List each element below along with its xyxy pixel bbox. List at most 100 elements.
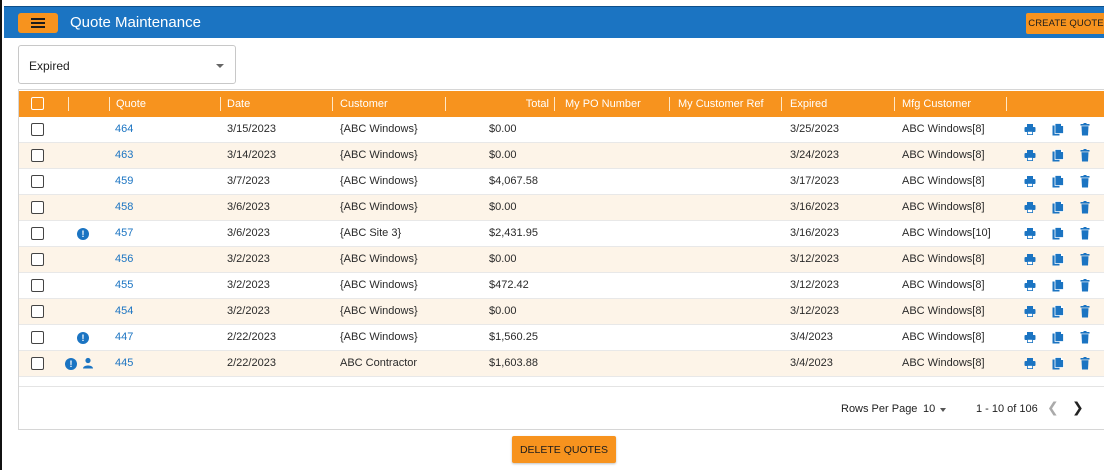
quote-date: 3/2/2023 [227, 253, 270, 265]
warning-icon[interactable]: ! [77, 332, 89, 344]
quote-date: 3/7/2023 [227, 175, 270, 187]
create-quote-button[interactable]: CREATE QUOTE [1026, 13, 1104, 34]
quote-date: 3/6/2023 [227, 201, 270, 213]
rows-per-page-caret-icon[interactable] [940, 408, 946, 412]
warning-icon[interactable]: ! [77, 228, 89, 240]
customer-name: {ABC Windows} [340, 175, 418, 187]
column-header-po-number[interactable]: My PO Number [565, 91, 641, 117]
table-row[interactable]: 456 3/2/2023 {ABC Windows} $0.00 3/12/2023 AB… [19, 247, 1104, 273]
quote-number-link[interactable]: 464 [115, 117, 133, 142]
quote-number-link[interactable]: 455 [115, 273, 133, 298]
table-row[interactable]: ! 445 2/22/2023 ABC Contractor $1,603.88 3/4/… [19, 351, 1104, 377]
quote-total: $2,431.95 [489, 227, 538, 239]
delete-icon[interactable] [1079, 201, 1091, 214]
table-row[interactable]: 458 3/6/2023 {ABC Windows} $0.00 3/16/2023 AB… [19, 195, 1104, 221]
next-page-icon[interactable]: ❯ [1072, 399, 1084, 416]
table-row[interactable]: 463 3/14/2023 {ABC Windows} $0.00 3/24/2023 A… [19, 143, 1104, 169]
quote-number-link[interactable]: 447 [115, 325, 133, 350]
print-icon[interactable] [1024, 331, 1036, 344]
copy-icon[interactable] [1052, 331, 1064, 344]
table-row[interactable]: 454 3/2/2023 {ABC Windows} $0.00 3/12/2023 AB… [19, 299, 1104, 325]
expired-date: 3/12/2023 [790, 279, 839, 291]
rows-per-page-label: Rows Per Page [841, 403, 918, 415]
print-icon[interactable] [1024, 201, 1036, 214]
copy-icon[interactable] [1052, 149, 1064, 162]
copy-icon[interactable] [1052, 123, 1064, 136]
previous-page-icon[interactable]: ❮ [1047, 399, 1059, 416]
table-row[interactable]: 455 3/2/2023 {ABC Windows} $472.42 3/12/2023… [19, 273, 1104, 299]
quote-number-link[interactable]: 456 [115, 247, 133, 272]
copy-icon[interactable] [1052, 201, 1064, 214]
copy-icon[interactable] [1052, 175, 1064, 188]
delete-icon[interactable] [1079, 279, 1091, 292]
row-checkbox[interactable] [31, 201, 44, 214]
delete-icon[interactable] [1079, 253, 1091, 266]
column-header-total[interactable]: Total [489, 91, 549, 117]
table-row[interactable]: 459 3/7/2023 {ABC Windows} $4,067.58 3/17/20… [19, 169, 1104, 195]
warning-icon[interactable]: ! [65, 358, 77, 370]
customer-name: {ABC Windows} [340, 149, 418, 161]
menu-button[interactable] [18, 13, 58, 33]
person-icon[interactable] [82, 357, 94, 369]
quote-number-link[interactable]: 463 [115, 143, 133, 168]
delete-icon[interactable] [1079, 227, 1091, 240]
row-checkbox[interactable] [31, 227, 44, 240]
print-icon[interactable] [1024, 305, 1036, 318]
row-checkbox[interactable] [31, 253, 44, 266]
rows-per-page-select[interactable]: 10 [923, 403, 935, 415]
column-header-mfg-customer[interactable]: Mfg Customer [902, 91, 971, 117]
row-checkbox[interactable] [31, 331, 44, 344]
row-checkbox[interactable] [31, 175, 44, 188]
table-row[interactable]: ! 457 3/6/2023 {ABC Site 3} $2,431.95 3/16/20… [19, 221, 1104, 247]
print-icon[interactable] [1024, 279, 1036, 292]
copy-icon[interactable] [1052, 279, 1064, 292]
quote-number-link[interactable]: 457 [115, 221, 133, 246]
print-icon[interactable] [1024, 227, 1036, 240]
copy-icon[interactable] [1052, 357, 1064, 370]
print-icon[interactable] [1024, 253, 1036, 266]
delete-icon[interactable] [1079, 305, 1091, 318]
print-icon[interactable] [1024, 123, 1036, 136]
column-separator [220, 97, 221, 111]
column-separator [781, 97, 782, 111]
row-checkbox[interactable] [31, 123, 44, 136]
column-header-date[interactable]: Date [227, 91, 250, 117]
print-icon[interactable] [1024, 357, 1036, 370]
select-all-checkbox[interactable] [31, 97, 44, 110]
row-checkbox[interactable] [31, 279, 44, 292]
delete-icon[interactable] [1079, 123, 1091, 136]
column-header-customer[interactable]: Customer [340, 91, 388, 117]
quote-total: $0.00 [489, 123, 517, 135]
mfg-customer: ABC Windows[8] [902, 331, 985, 343]
column-header-expired[interactable]: Expired [790, 91, 827, 117]
quote-number-link[interactable]: 454 [115, 299, 133, 324]
expired-date: 3/24/2023 [790, 149, 839, 161]
row-checkbox[interactable] [31, 357, 44, 370]
row-checkbox[interactable] [31, 149, 44, 162]
mfg-customer: ABC Windows[8] [902, 357, 985, 369]
expired-date: 3/4/2023 [790, 331, 833, 343]
quote-number-link[interactable]: 459 [115, 169, 133, 194]
table-row[interactable]: 464 3/15/2023 {ABC Windows} $0.00 3/25/2023 A… [19, 117, 1104, 143]
expired-date: 3/12/2023 [790, 253, 839, 265]
expired-date: 3/25/2023 [790, 123, 839, 135]
copy-icon[interactable] [1052, 227, 1064, 240]
table-row[interactable]: ! 447 2/22/2023 {ABC Windows} $1,560.25 3/4/2… [19, 325, 1104, 351]
status-filter-select[interactable]: Expired [18, 45, 236, 84]
column-header-quote[interactable]: Quote [116, 91, 146, 117]
delete-icon[interactable] [1079, 357, 1091, 370]
expired-date: 3/17/2023 [790, 175, 839, 187]
copy-icon[interactable] [1052, 305, 1064, 318]
mfg-customer: ABC Windows[8] [902, 201, 985, 213]
print-icon[interactable] [1024, 175, 1036, 188]
delete-icon[interactable] [1079, 149, 1091, 162]
quote-number-link[interactable]: 458 [115, 195, 133, 220]
delete-icon[interactable] [1079, 331, 1091, 344]
delete-quotes-button[interactable]: DELETE QUOTES [512, 436, 616, 463]
copy-icon[interactable] [1052, 253, 1064, 266]
row-checkbox[interactable] [31, 305, 44, 318]
print-icon[interactable] [1024, 149, 1036, 162]
column-header-customer-ref[interactable]: My Customer Ref [678, 91, 764, 117]
quote-number-link[interactable]: 445 [115, 351, 133, 376]
delete-icon[interactable] [1079, 175, 1091, 188]
